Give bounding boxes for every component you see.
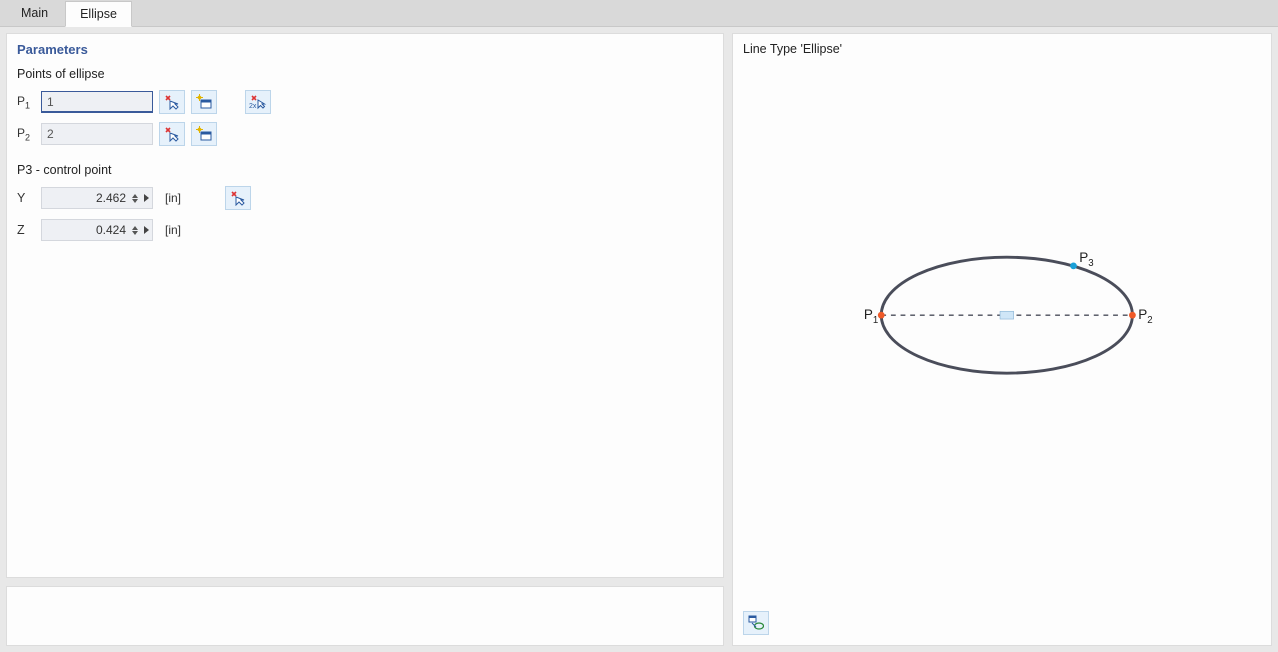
p1-label-main: P	[17, 94, 25, 108]
p1-row: P1	[17, 89, 713, 115]
z-spin-down[interactable]	[132, 231, 138, 235]
preview-panel: Line Type 'Ellipse' P1 P2 P3	[732, 33, 1272, 646]
tab-ellipse-label: Ellipse	[80, 7, 117, 21]
chevron-right-icon	[144, 226, 149, 234]
cursor-pick-icon	[164, 94, 180, 110]
y-label: Y	[17, 191, 35, 205]
p1-label: P1	[17, 94, 35, 110]
preview-title: Line Type 'Ellipse'	[743, 42, 1261, 56]
z-label: Z	[17, 223, 35, 237]
p2-marker-label: P2	[1138, 307, 1152, 326]
view-options-icon	[748, 615, 764, 631]
tab-bar: Main Ellipse	[0, 0, 1278, 27]
z-unit: [in]	[165, 223, 181, 237]
p3-marker-label: P3	[1079, 250, 1093, 269]
z-row: Z 0.424 [in]	[17, 217, 713, 243]
y-input[interactable]: 2.462	[41, 187, 153, 209]
z-menu-arrow[interactable]	[140, 226, 152, 234]
tab-main[interactable]: Main	[6, 0, 63, 26]
p1-label-sub: 1	[25, 100, 30, 110]
new-window-icon	[196, 126, 212, 142]
p1-marker-label: P1	[864, 307, 878, 326]
p2-row: P2	[17, 121, 713, 147]
cursor-pick-icon	[164, 126, 180, 142]
p2-label: P2	[17, 126, 35, 142]
p2-label-sub: 2	[25, 132, 30, 142]
pick-two-button[interactable]: 2x	[245, 90, 271, 114]
y-spin-down[interactable]	[132, 199, 138, 203]
chevron-right-icon	[144, 194, 149, 202]
content-area: Parameters Points of ellipse P1	[0, 27, 1278, 652]
points-heading: Points of ellipse	[17, 67, 713, 81]
svg-text:2x: 2x	[249, 103, 257, 110]
ellipse-diagram: P1 P2 P3	[741, 64, 1263, 605]
tab-main-label: Main	[21, 6, 48, 20]
pick-from-model-button[interactable]	[159, 90, 185, 114]
z-spinner	[130, 226, 140, 235]
p1-input[interactable]	[41, 91, 153, 113]
control-point-heading: P3 - control point	[17, 163, 713, 177]
y-spin-up[interactable]	[132, 194, 138, 198]
cursor-pick-icon	[230, 190, 246, 206]
window: Main Ellipse Parameters Points of ellips…	[0, 0, 1278, 652]
tab-ellipse[interactable]: Ellipse	[65, 1, 132, 27]
y-value: 2.462	[42, 191, 130, 205]
parameters-title: Parameters	[17, 42, 713, 57]
y-row: Y 2.462 [in]	[17, 185, 713, 211]
p2-input[interactable]	[41, 123, 153, 145]
y-menu-arrow[interactable]	[140, 194, 152, 202]
new-node-button[interactable]	[191, 90, 217, 114]
z-value: 0.424	[42, 223, 130, 237]
preview-area: P1 P2 P3	[741, 64, 1263, 605]
y-unit: [in]	[165, 191, 181, 205]
cursor-2x-icon: 2x	[249, 94, 267, 110]
left-column: Parameters Points of ellipse P1	[6, 33, 724, 646]
footer-panel	[6, 586, 724, 646]
pick-y-button[interactable]	[225, 186, 251, 210]
z-spin-up[interactable]	[132, 226, 138, 230]
view-options-button[interactable]	[743, 611, 769, 635]
parameters-panel: Parameters Points of ellipse P1	[6, 33, 724, 578]
pick-from-model-button-2[interactable]	[159, 122, 185, 146]
y-spinner	[130, 194, 140, 203]
z-input[interactable]: 0.424	[41, 219, 153, 241]
new-node-button-2[interactable]	[191, 122, 217, 146]
new-window-icon	[196, 94, 212, 110]
p2-label-main: P	[17, 126, 25, 140]
